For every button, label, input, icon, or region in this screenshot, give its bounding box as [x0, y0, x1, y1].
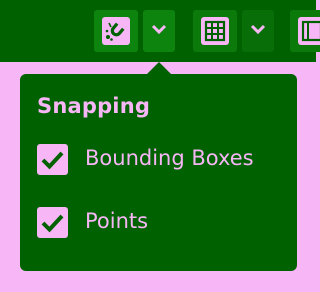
bounding-boxes-label: Bounding Boxes — [85, 146, 254, 170]
chevron-down-icon — [250, 24, 266, 35]
points-checkbox[interactable] — [37, 207, 68, 238]
grid-options-dropdown[interactable] — [242, 10, 274, 52]
grid-toggle-button[interactable] — [193, 10, 237, 52]
magnet-snap-icon — [102, 17, 130, 45]
frame-icon — [298, 17, 320, 45]
points-option[interactable]: Points — [37, 207, 287, 239]
bounding-boxes-option[interactable]: Bounding Boxes — [37, 144, 287, 176]
grid-icon — [201, 17, 229, 45]
snapping-options-dropdown[interactable] — [143, 10, 175, 52]
checkmark-icon — [41, 214, 64, 233]
popup-title: Snapping — [37, 94, 151, 118]
frame-toggle-button[interactable] — [290, 10, 320, 52]
chevron-down-icon — [151, 24, 167, 35]
snapping-toggle-button[interactable] — [94, 10, 138, 52]
snapping-popup: Snapping Bounding Boxes Points — [20, 74, 297, 271]
toolbar — [0, 0, 320, 62]
popup-pointer — [147, 62, 171, 74]
checkmark-icon — [41, 151, 64, 170]
points-label: Points — [85, 209, 149, 233]
bounding-boxes-checkbox[interactable] — [37, 144, 68, 175]
